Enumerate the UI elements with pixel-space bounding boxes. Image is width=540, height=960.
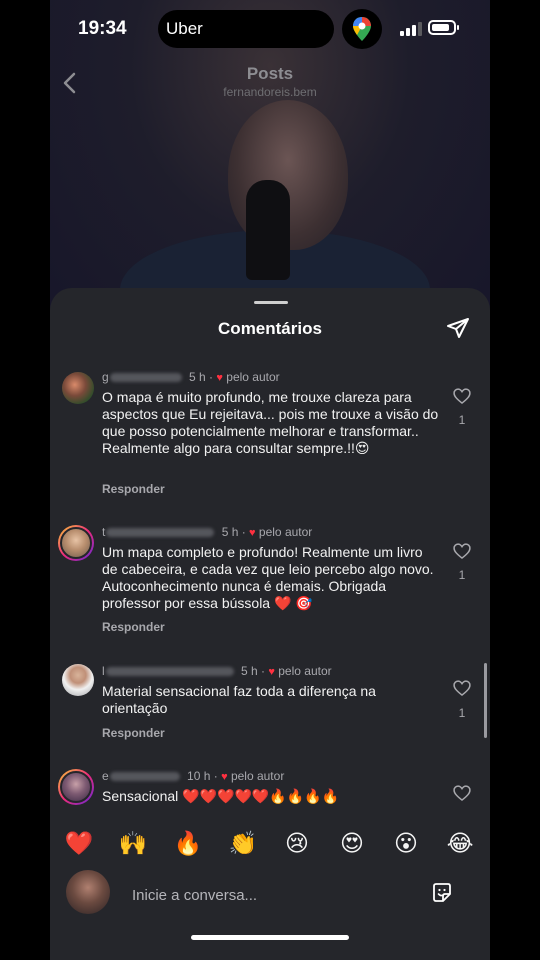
sheet-grabber[interactable] bbox=[254, 301, 288, 304]
status-time: 19:34 bbox=[78, 18, 127, 39]
reaction-raised-hands[interactable]: 🙌 bbox=[116, 828, 150, 858]
comment-time: 5 h bbox=[221, 525, 239, 539]
author-like-label: pelo autor bbox=[258, 525, 313, 539]
username[interactable]: t bbox=[102, 525, 105, 539]
scrollbar[interactable] bbox=[484, 663, 487, 738]
phone-screen: 19:34 Uber Posts fernandoreis.bem Coment… bbox=[50, 0, 490, 960]
heart-filled-icon: ♥ bbox=[221, 771, 228, 783]
reply-button[interactable]: Responder bbox=[102, 620, 165, 634]
comment-text: Sensacional ❤️❤️❤️❤️❤️🔥🔥🔥🔥 bbox=[102, 788, 340, 804]
sticker-icon[interactable] bbox=[430, 881, 454, 905]
page-subtitle: fernandoreis.bem bbox=[223, 85, 317, 99]
reaction-surprised[interactable]: 😮 bbox=[389, 828, 423, 858]
comment-text: Material sensacional faz toda a diferenç… bbox=[102, 683, 376, 716]
reaction-clap[interactable]: 👏 bbox=[226, 828, 260, 858]
comment-meta: g 5 h · ♥ pelo autor bbox=[102, 370, 280, 384]
heart-outline-icon[interactable] bbox=[452, 386, 472, 406]
google-maps-icon[interactable] bbox=[342, 9, 382, 49]
like-count: 1 bbox=[458, 706, 466, 720]
comment-text: Um mapa completo e profundo! Realmente u… bbox=[102, 544, 434, 611]
comment-meta: t 5 h · ♥ pelo autor bbox=[102, 525, 313, 539]
reply-button[interactable]: Responder bbox=[102, 726, 165, 740]
author-like-label: pelo autor bbox=[278, 664, 332, 678]
page-title: Posts bbox=[246, 64, 294, 83]
username[interactable]: g bbox=[102, 370, 109, 384]
reaction-fire[interactable]: 🔥 bbox=[171, 828, 205, 858]
username[interactable]: e bbox=[102, 769, 109, 783]
heart-outline-icon[interactable] bbox=[452, 783, 472, 803]
heart-outline-icon[interactable] bbox=[452, 541, 472, 561]
avatar[interactable] bbox=[62, 372, 94, 404]
avatar[interactable] bbox=[58, 769, 94, 805]
comment-meta: e 10 h · ♥ pelo autor bbox=[102, 769, 285, 783]
comment-text: O mapa é muito profundo, me trouxe clare… bbox=[102, 389, 439, 456]
comment-meta: l 5 h · ♥ pelo autor bbox=[102, 664, 332, 678]
author-like-label: pelo autor bbox=[226, 370, 280, 384]
like-count: 1 bbox=[458, 413, 466, 427]
battery-icon bbox=[428, 20, 456, 35]
comment-input-placeholder: Inicie a conversa... bbox=[132, 887, 258, 904]
reaction-heart[interactable]: ❤️ bbox=[62, 828, 96, 858]
comment-time: 10 h bbox=[187, 769, 211, 783]
avatar[interactable] bbox=[62, 664, 94, 696]
quick-reaction-bar: ❤️ 🙌 🔥 👏 😢 😍 😮 😂 bbox=[50, 828, 490, 858]
author-like-label: pelo autor bbox=[230, 769, 285, 783]
reaction-crying[interactable]: 😢 bbox=[280, 828, 314, 858]
status-bar: 19:34 Uber bbox=[50, 0, 490, 60]
signal-icon bbox=[400, 22, 422, 36]
like-count: 1 bbox=[458, 568, 466, 582]
home-indicator[interactable] bbox=[191, 935, 349, 940]
sheet-title: Comentários bbox=[218, 319, 322, 338]
dynamic-island[interactable]: Uber bbox=[158, 10, 334, 48]
heart-filled-icon: ♥ bbox=[249, 527, 256, 539]
reply-button[interactable]: Responder bbox=[102, 482, 165, 496]
comments-sheet: Comentários g 5 h · ♥ pelo autor O mapa … bbox=[50, 288, 490, 960]
reaction-laughing[interactable]: 😂 bbox=[443, 828, 477, 858]
avatar[interactable] bbox=[58, 525, 94, 561]
comment-time: 5 h bbox=[189, 370, 206, 384]
username[interactable]: l bbox=[102, 664, 105, 678]
heart-filled-icon: ♥ bbox=[268, 666, 275, 678]
send-icon[interactable] bbox=[446, 316, 470, 340]
dynamic-island-app-label: Uber bbox=[166, 19, 203, 38]
heart-outline-icon[interactable] bbox=[452, 678, 472, 698]
heart-filled-icon: ♥ bbox=[216, 372, 223, 384]
reaction-heart-eyes[interactable]: 😍 bbox=[335, 828, 369, 858]
current-user-avatar bbox=[66, 870, 110, 914]
comment-time: 5 h bbox=[241, 664, 258, 678]
